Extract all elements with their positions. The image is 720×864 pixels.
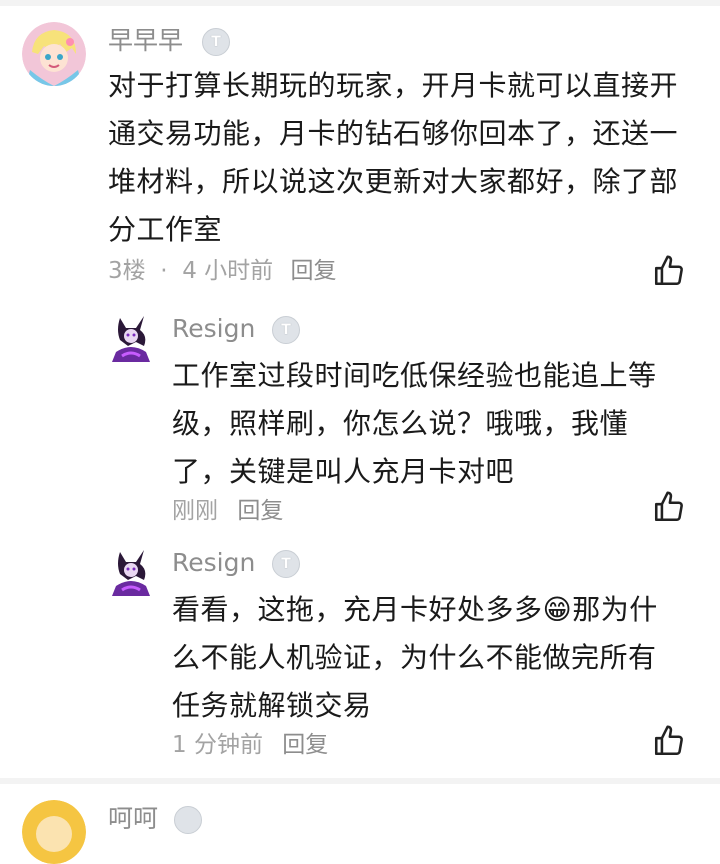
comment-username[interactable]: 呵呵: [108, 804, 158, 834]
avatar[interactable]: [106, 546, 156, 596]
comment-username[interactable]: 早早早: [108, 26, 183, 56]
level-badge-icon: [174, 806, 202, 834]
reply-text: 看看，这拖，充月卡好处多多😁那为什么不能人机验证，为什么不能做完所有任务就解锁交…: [172, 593, 658, 722]
section-divider: [0, 778, 720, 784]
thumbs-up-icon[interactable]: [652, 724, 686, 758]
reply-text: 工作室过段时间吃低保经验也能追上等级，照样刷，你怎么说？哦哦，我懂了，关键是叫人…: [172, 359, 657, 488]
meta-dot: ·: [152, 258, 175, 284]
reply-time: 1 分钟前: [172, 732, 263, 758]
reply-meta: 1 分钟前 回复: [172, 730, 328, 760]
reply-username[interactable]: Resign: [172, 548, 255, 578]
avatar[interactable]: [106, 312, 156, 362]
comment-meta: 3楼 · 4 小时前 回复: [108, 256, 336, 286]
reply-button[interactable]: 回复: [237, 498, 283, 524]
avatar[interactable]: [22, 800, 86, 864]
top-divider: [0, 0, 720, 6]
level-badge-icon: T: [202, 28, 230, 56]
comment-time: 4 小时前: [182, 258, 274, 284]
reply-meta: 刚刚 回复: [172, 496, 283, 526]
reply-time: 刚刚: [172, 498, 218, 524]
thumbs-up-icon[interactable]: [652, 254, 686, 288]
level-badge-icon: T: [272, 550, 300, 578]
reply-button[interactable]: 回复: [290, 258, 336, 284]
reply-button[interactable]: 回复: [282, 732, 328, 758]
reply-username[interactable]: Resign: [172, 314, 255, 344]
comment-floor: 3楼: [108, 258, 146, 284]
thumbs-up-icon[interactable]: [652, 490, 686, 524]
level-badge-icon: T: [272, 316, 300, 344]
comment-text: 对于打算长期玩的玩家，开月卡就可以直接开通交易功能，月卡的钻石够你回本了，还送一…: [108, 69, 679, 246]
avatar[interactable]: [22, 22, 86, 86]
